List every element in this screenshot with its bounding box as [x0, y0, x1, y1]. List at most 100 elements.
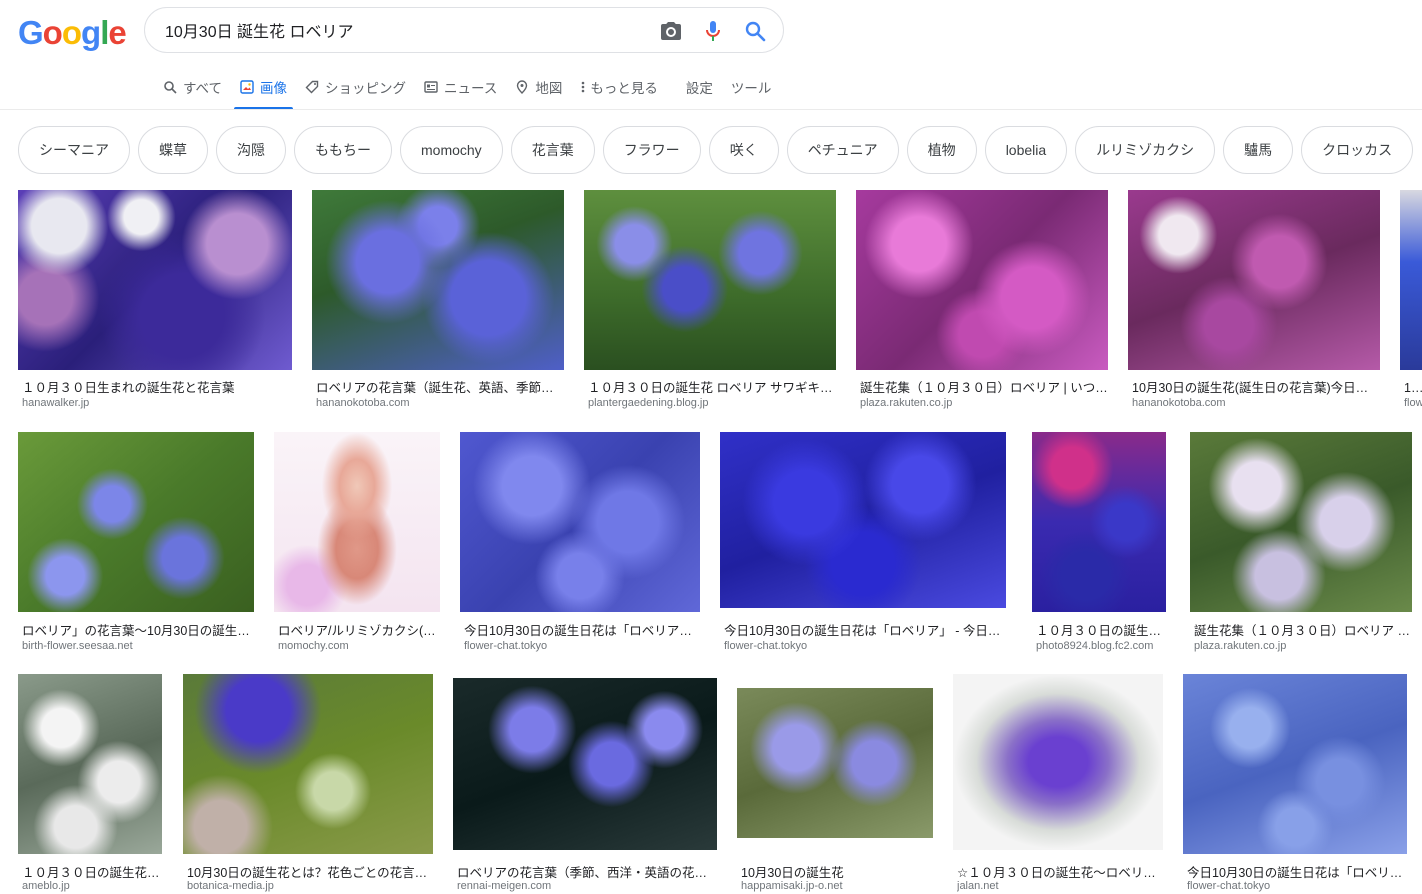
chip[interactable]: 咲く	[708, 126, 779, 174]
google-logo[interactable]: Google	[18, 14, 127, 52]
image-result[interactable]: ロベリア」の花言葉～10月30日の誕生… birth-flower.seesaa…	[18, 432, 254, 662]
result-source: hananokotoba.com	[316, 397, 410, 409]
chip[interactable]: ルリミゾカクシ	[1075, 126, 1216, 174]
result-thumbnail[interactable]	[1032, 432, 1166, 612]
tab-label: 地図	[535, 81, 563, 96]
result-thumbnail[interactable]	[453, 678, 717, 850]
chip[interactable]: ももちー	[294, 126, 392, 174]
result-source: jalan.net	[957, 880, 999, 892]
result-source: flower-chat.tokyo	[464, 640, 548, 652]
chip[interactable]: 沟隠	[216, 126, 286, 174]
image-result[interactable]: 誕生花集（１０月３０日）ロベリア | いつ… plaza.rakuten.co.…	[856, 190, 1108, 420]
tab-images[interactable]: 画像	[234, 72, 294, 110]
result-source: hananokotoba.com	[1132, 397, 1226, 409]
result-thumbnail[interactable]	[1183, 674, 1407, 854]
result-caption: 誕生花集（１０月３０日）ロベリア | …	[1194, 624, 1412, 638]
logo-letter: o	[61, 14, 82, 51]
result-source: hanawalker.jp	[22, 397, 90, 409]
result-caption: ロベリアの花言葉（季節、西洋・英語の花言…	[457, 866, 717, 880]
result-thumbnail[interactable]	[18, 674, 162, 854]
related-chips: シーマニア 蝶草 沟隠 ももちー momochy 花言葉 フラワー 咲く ペチュ…	[18, 126, 1414, 174]
image-result[interactable]: 10月30日の誕生花 happamisaki.jp-o.net	[737, 688, 933, 894]
result-thumbnail[interactable]	[953, 674, 1163, 850]
tab-label: ショッピング	[325, 81, 407, 96]
tab-tools[interactable]: ツール	[731, 72, 772, 102]
image-result[interactable]: ロベリアの花言葉（季節、西洋・英語の花言… rennai-meigen.com	[453, 678, 717, 894]
microphone-icon[interactable]	[701, 19, 725, 43]
tab-label: もっと見る	[590, 81, 658, 96]
result-thumbnail[interactable]	[1400, 190, 1422, 370]
chip[interactable]: 植物	[906, 126, 977, 174]
result-source: plaza.rakuten.co.jp	[1194, 640, 1287, 652]
tab-all[interactable]: すべて	[163, 72, 222, 102]
result-caption: 今日10月30日の誕生日花は「ロベリア」 - 今日の…	[724, 624, 1006, 638]
image-result[interactable]: １０月３０日の誕生花 ロベリア サワギキ… plantergaedening.b…	[584, 190, 836, 420]
image-result[interactable]: １０月３０日生まれの誕生花と花言葉 hanawalker.jp	[18, 190, 292, 420]
result-caption: １０月３０日の誕生花 ロベリア サワギキ…	[588, 381, 833, 395]
image-result[interactable]: 10月30日の誕生花(誕生日の花言葉)今日は… hananokotoba.com	[1128, 190, 1380, 420]
result-thumbnail[interactable]	[856, 190, 1108, 370]
tag-icon	[305, 80, 319, 94]
image-result[interactable]: 10月30日の誕生花とは？花色ごとの花言… botanica-media.jp	[183, 674, 433, 894]
result-thumbnail[interactable]	[720, 432, 1006, 608]
chip[interactable]: フラワー	[602, 126, 701, 174]
search-icon[interactable]	[743, 19, 767, 43]
image-result[interactable]: ロベリアの花言葉（誕生花、英語、季節）… hananokotoba.com	[312, 190, 564, 420]
result-caption: 10月30日の誕生花とは？花色ごとの花言…	[187, 866, 428, 880]
result-caption: ロベリアの花言葉（誕生花、英語、季節）…	[316, 381, 564, 395]
search-icon	[164, 81, 177, 94]
result-source: botanica-media.jp	[187, 880, 274, 892]
result-thumbnail[interactable]	[584, 190, 836, 370]
tab-more[interactable]: もっと見る	[580, 72, 658, 102]
image-result[interactable]: 10月 flow	[1400, 190, 1422, 420]
result-caption: 10月30日の誕生花	[741, 866, 844, 880]
chip[interactable]: シーマニア	[18, 126, 130, 174]
chip[interactable]: 驢馬	[1223, 126, 1294, 174]
chip[interactable]: ペチュニア	[786, 126, 899, 174]
result-caption: 今日10月30日の誕生日花は「ロベリア」…	[464, 624, 700, 638]
search-tabs: すべて 画像 ショッピング ニュース 地図 もっと見る 設定 ツール	[163, 72, 789, 110]
tab-label: すべて	[183, 81, 223, 96]
logo-letter: l	[100, 14, 109, 51]
image-icon	[240, 80, 254, 94]
image-result[interactable]: ☆１０月３０日の誕生花～ロベリ… jalan.net	[953, 674, 1163, 894]
tab-label: 設定	[685, 81, 713, 96]
result-thumbnail[interactable]	[183, 674, 433, 854]
image-result[interactable]: 誕生花集（１０月３０日）ロベリア | … plaza.rakuten.co.jp	[1190, 432, 1412, 662]
result-caption: １０月３０日の誕生花…	[22, 866, 160, 880]
chip[interactable]: 蝶草	[138, 126, 208, 174]
result-caption: ☆１０月３０日の誕生花～ロベリ…	[957, 866, 1156, 880]
chip[interactable]: lobelia	[984, 126, 1068, 174]
image-result[interactable]: １０月３０日の誕生花 - … photo8924.blog.fc2.com	[1032, 432, 1166, 662]
result-thumbnail[interactable]	[1190, 432, 1412, 612]
image-result[interactable]: 今日10月30日の誕生日花は「ロベリア」 - 今日の… flower-chat.…	[720, 432, 1006, 662]
search-input[interactable]	[165, 18, 645, 42]
result-thumbnail[interactable]	[737, 688, 933, 838]
image-result[interactable]: １０月３０日の誕生花… ameblo.jp	[18, 674, 162, 894]
tab-news[interactable]: ニュース	[424, 72, 497, 102]
result-thumbnail[interactable]	[18, 432, 254, 612]
result-source: happamisaki.jp-o.net	[741, 880, 843, 892]
result-thumbnail[interactable]	[1128, 190, 1380, 370]
image-result[interactable]: 今日10月30日の誕生日花は「ロベリア」… flower-chat.tokyo	[460, 432, 700, 662]
camera-icon[interactable]	[659, 19, 683, 43]
result-thumbnail[interactable]	[312, 190, 564, 370]
chip[interactable]: momochy	[400, 126, 503, 174]
result-thumbnail[interactable]	[274, 432, 440, 612]
news-icon	[424, 81, 438, 93]
header-divider	[0, 109, 1422, 110]
tab-label: ニュース	[444, 81, 498, 96]
tab-shopping[interactable]: ショッピング	[305, 72, 406, 102]
tab-maps[interactable]: 地図	[515, 72, 562, 102]
result-source: ameblo.jp	[22, 880, 70, 892]
result-source: plaza.rakuten.co.jp	[860, 397, 953, 409]
image-result[interactable]: 今日10月30日の誕生日花は「ロベリ… flower-chat.tokyo	[1183, 674, 1407, 894]
tab-settings[interactable]: 設定	[686, 72, 713, 102]
result-thumbnail[interactable]	[18, 190, 292, 370]
result-thumbnail[interactable]	[460, 432, 700, 612]
chip[interactable]: 花言葉	[510, 126, 595, 174]
chip[interactable]: クロッカス	[1301, 126, 1414, 174]
result-source: flower-chat.tokyo	[724, 640, 808, 652]
map-pin-icon	[517, 80, 528, 94]
image-result[interactable]: ロベリア/ルリミゾカクシ(… momochy.com	[274, 432, 440, 662]
